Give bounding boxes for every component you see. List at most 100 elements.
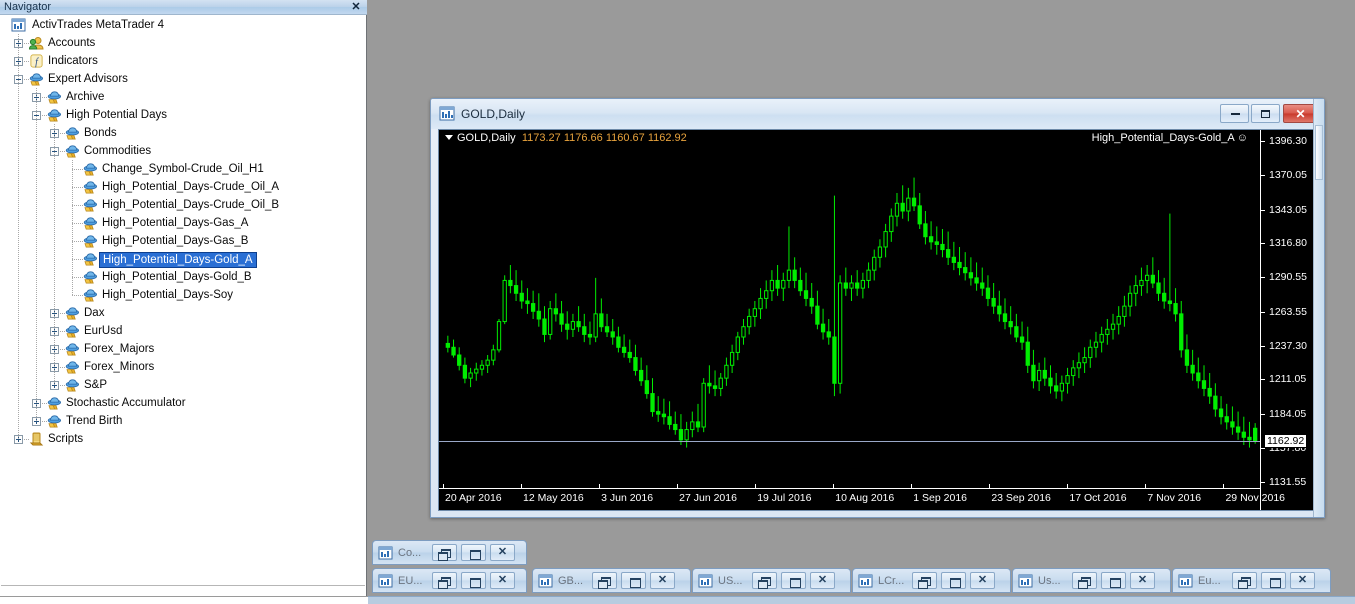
- close-button[interactable]: ✕: [810, 572, 835, 589]
- candle-body: [1179, 313, 1184, 351]
- time-axis[interactable]: 20 Apr 2016 12 May 2016 3 Jun 2016 27 Jun 2…: [439, 484, 1285, 510]
- candle-body: [656, 411, 661, 415]
- minimized-window[interactable]: Us... ✕: [1012, 568, 1171, 593]
- minimized-window[interactable]: US... ✕: [692, 568, 851, 593]
- candle-body: [633, 357, 638, 371]
- candle-body: [1162, 292, 1167, 302]
- tree-item-label: Stochastic Accumulator: [66, 397, 186, 409]
- time-tick-label: 1 Sep 2016: [913, 492, 967, 504]
- ea-icon: [83, 234, 98, 248]
- restore-button[interactable]: [912, 572, 937, 589]
- close-button[interactable]: ✕: [490, 572, 515, 589]
- maximize-button[interactable]: [461, 572, 486, 589]
- time-tick-label: 10 Aug 2016: [835, 492, 895, 504]
- chart-window-icon: [698, 574, 714, 588]
- candle-body: [1144, 274, 1150, 281]
- close-button[interactable]: ✕: [970, 572, 995, 589]
- candle-body: [542, 318, 547, 335]
- candle-body: [1167, 300, 1173, 305]
- maximize-button[interactable]: [1101, 572, 1126, 589]
- time-tick-label: 17 Oct 2016: [1069, 492, 1127, 504]
- price-tick-label: 1184.05: [1269, 408, 1307, 421]
- minimized-window[interactable]: LCr... ✕: [852, 568, 1011, 593]
- restore-button[interactable]: [432, 572, 457, 589]
- candle-body: [479, 364, 485, 370]
- candle-body: [792, 269, 797, 281]
- minimized-window-label: US...: [718, 574, 743, 587]
- candle-body: [860, 279, 866, 289]
- tree-guide-line: [72, 241, 84, 242]
- candle-body: [985, 287, 991, 299]
- minimized-window[interactable]: GB... ✕: [532, 568, 691, 593]
- candle-body: [1127, 292, 1133, 307]
- candle-body: [769, 279, 775, 292]
- candle-body: [1065, 375, 1070, 384]
- chart-window-icon: [858, 574, 874, 588]
- candle-body: [496, 321, 502, 351]
- close-button[interactable]: ✕: [650, 572, 675, 589]
- minimized-window[interactable]: EU... ✕: [372, 568, 527, 593]
- candle-body: [530, 303, 536, 312]
- chart-titlebar[interactable]: GOLD,Daily ✕: [431, 99, 1324, 129]
- restore-button[interactable]: [752, 572, 777, 589]
- chart-vertical-scrollbar[interactable]: [1313, 99, 1324, 517]
- candle-body: [1122, 305, 1127, 317]
- candle-body: [673, 423, 678, 431]
- navigator-tree[interactable]: ActivTrades MetaTrader 4 Accounts f Indicat…: [1, 16, 365, 584]
- candle-body: [803, 290, 809, 299]
- minimized-window-label: LCr...: [878, 574, 905, 587]
- maximize-button[interactable]: [781, 572, 806, 589]
- close-icon: ✕: [497, 546, 508, 558]
- scrollbar-thumb[interactable]: [1315, 125, 1323, 180]
- price-tick: [1261, 141, 1265, 143]
- candle-body: [1116, 315, 1121, 325]
- time-tick-label: 3 Jun 2016: [601, 492, 654, 504]
- close-icon: ✕: [497, 574, 508, 586]
- candle-body: [599, 313, 604, 328]
- ea-icon: [65, 126, 80, 140]
- restore-button[interactable]: [592, 572, 617, 589]
- candle-body: [701, 382, 706, 428]
- chart-window-title: GOLD,Daily: [461, 107, 526, 121]
- candle-body: [712, 385, 718, 389]
- minimize-button[interactable]: [1220, 104, 1249, 123]
- price-axis[interactable]: 1396.30 1370.05 1343.05 1316.80 1290.55 1263.…: [1260, 130, 1318, 510]
- minimized-window-label: EU...: [398, 574, 423, 587]
- tree-guide-line: [18, 34, 19, 439]
- maximize-button[interactable]: [461, 544, 486, 561]
- ea-icon: [83, 216, 98, 230]
- minimized-window[interactable]: Co... ✕: [372, 540, 527, 565]
- candle-body: [1076, 362, 1082, 369]
- close-button[interactable]: ✕: [1290, 572, 1315, 589]
- candle-body: [548, 308, 553, 335]
- tree-guide-line: [72, 205, 84, 206]
- maximize-button[interactable]: [621, 572, 646, 589]
- close-icon[interactable]: ✕: [350, 0, 362, 15]
- tree-guide-line: [42, 403, 48, 404]
- candle-body: [1042, 369, 1047, 379]
- tree-item-label: Indicators: [48, 55, 98, 67]
- chart-canvas[interactable]: GOLD,Daily 1173.27 1176.66 1160.67 1162.…: [438, 129, 1319, 511]
- candle-body: [1110, 323, 1116, 330]
- tree-guide-line: [24, 61, 30, 62]
- restore-button[interactable]: [432, 544, 457, 561]
- restore-button[interactable]: [1232, 572, 1257, 589]
- candle-body: [661, 413, 667, 418]
- maximize-button[interactable]: [1251, 104, 1280, 123]
- minimized-window[interactable]: Eu... ✕: [1172, 568, 1331, 593]
- ea-icon: [65, 306, 80, 320]
- close-button[interactable]: ✕: [1130, 572, 1155, 589]
- tree-guide-line: [60, 133, 66, 134]
- current-price-label: 1162.92: [1264, 434, 1308, 449]
- tree-item-label: Archive: [66, 91, 105, 103]
- candle-body: [1059, 382, 1065, 392]
- candle-body: [604, 326, 610, 333]
- ea-icon: [65, 342, 80, 356]
- maximize-button[interactable]: [1261, 572, 1286, 589]
- tree-guide-line: [60, 313, 66, 314]
- price-tick-label: 1131.55: [1269, 475, 1307, 488]
- close-button[interactable]: ✕: [490, 544, 515, 561]
- restore-button[interactable]: [1072, 572, 1097, 589]
- maximize-button[interactable]: [941, 572, 966, 589]
- maximize-icon: [1260, 109, 1270, 118]
